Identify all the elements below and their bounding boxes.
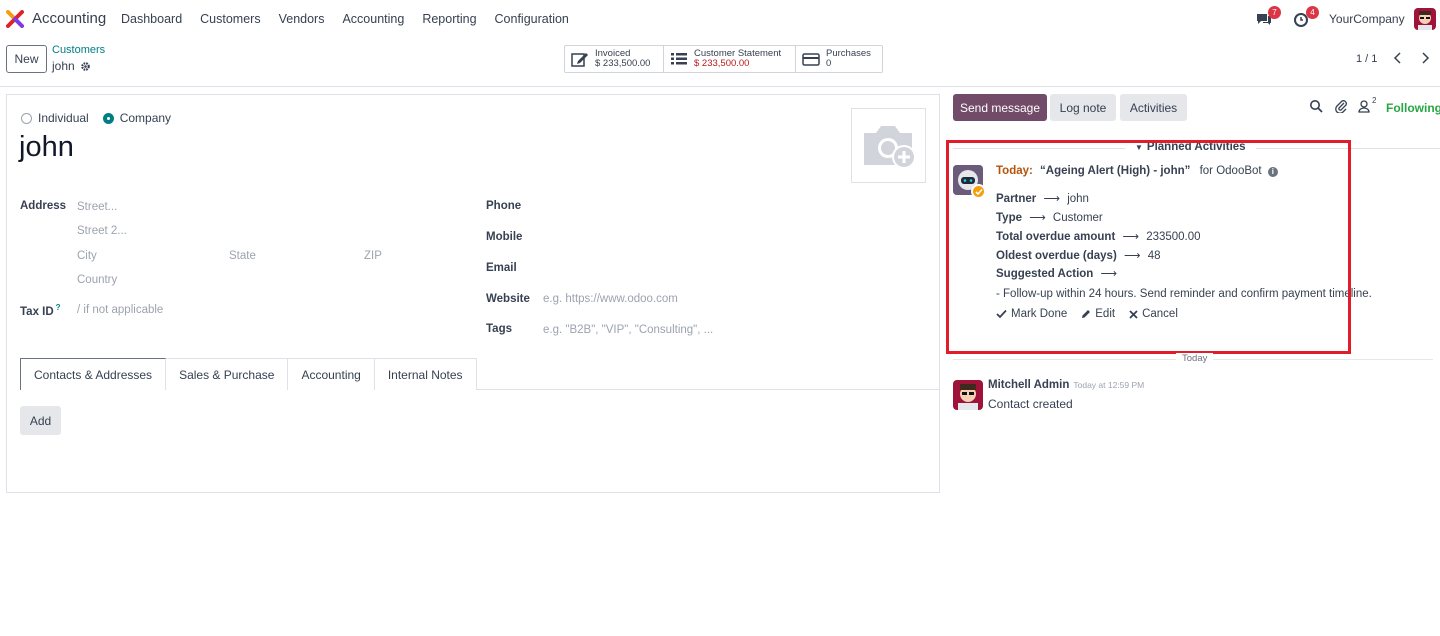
breadcrumb-current: john: [52, 59, 91, 73]
pager-value[interactable]: 1 / 1: [1356, 53, 1377, 65]
partner-name-field[interactable]: john: [19, 131, 74, 164]
company-type-radio: Individual Company: [21, 111, 171, 125]
country-input[interactable]: Country: [77, 274, 117, 286]
message-body: Contact created: [988, 397, 1073, 411]
vat-input[interactable]: / if not applicable: [77, 304, 163, 316]
app-name[interactable]: Accounting: [32, 10, 106, 27]
mobile-label: Mobile: [486, 231, 523, 243]
tab-contacts-addresses[interactable]: Contacts & Addresses: [20, 358, 167, 391]
today-label: Today: [1176, 353, 1214, 364]
radio-individual[interactable]: [21, 112, 32, 124]
photo-upload[interactable]: [851, 108, 926, 183]
message-time: Today at 12:59 PM: [1073, 380, 1145, 390]
city-input[interactable]: City: [77, 250, 97, 262]
radio-company[interactable]: [102, 112, 114, 124]
send-message-button[interactable]: Send message: [953, 94, 1047, 121]
taxid-help-icon[interactable]: ?: [56, 303, 61, 312]
purchases-value: 0: [826, 58, 832, 69]
smart-button-invoiced[interactable]: Invoiced $ 233,500.00: [565, 46, 664, 72]
author-name[interactable]: Mitchell Admin: [988, 379, 1069, 391]
pager-previous-icon[interactable]: [1389, 49, 1407, 67]
menu-accounting[interactable]: Accounting: [333, 12, 413, 26]
menu-vendors[interactable]: Vendors: [270, 12, 334, 26]
followers-count: 2: [1372, 96, 1377, 105]
control-panel: New Customers john Invoiced $ 233,500.00…: [0, 37, 1440, 87]
address-label: Address: [20, 200, 67, 212]
add-contact-button[interactable]: Add: [20, 406, 61, 435]
pencil-square-icon: [571, 53, 588, 67]
phone-label: Phone: [486, 200, 522, 212]
website-input[interactable]: e.g. https://www.odoo.com: [543, 293, 678, 305]
menu-configuration[interactable]: Configuration: [486, 12, 578, 26]
smart-button-purchases[interactable]: Purchases 0: [796, 46, 882, 72]
top-navbar: Accounting Dashboard Customers Vendors A…: [0, 0, 1440, 37]
activities-button[interactable]: Activities: [1120, 94, 1187, 121]
search-icon[interactable]: [1309, 99, 1325, 115]
pager-next-icon[interactable]: [1416, 49, 1434, 67]
log-note-button[interactable]: Log note: [1050, 94, 1116, 121]
main-menu: Dashboard Customers Vendors Accounting R…: [112, 0, 578, 37]
breadcrumb-customers[interactable]: Customers: [52, 44, 105, 56]
tags-label: Tags: [486, 323, 512, 335]
smart-buttons: Invoiced $ 233,500.00 Customer Statement…: [564, 45, 883, 73]
company-switcher[interactable]: YourCompany: [1329, 12, 1405, 26]
tab-internal-notes[interactable]: Internal Notes: [373, 358, 477, 390]
taxid-label: Tax ID: [20, 305, 54, 318]
tab-sales-purchase[interactable]: Sales & Purchase: [165, 358, 289, 390]
camera-plus-icon: [863, 125, 916, 169]
purchases-label: Purchases: [826, 48, 871, 59]
form-sheet: Individual Company john Address Street..…: [6, 94, 940, 493]
street-input[interactable]: Street...: [77, 201, 117, 213]
smart-button-customer-statement[interactable]: Customer Statement $ 233,500.00: [664, 46, 796, 72]
accounting-app-icon[interactable]: [6, 10, 24, 28]
following-button[interactable]: Following: [1386, 101, 1440, 115]
street2-input[interactable]: Street 2...: [77, 225, 127, 237]
menu-customers[interactable]: Customers: [191, 12, 269, 26]
menu-reporting[interactable]: Reporting: [413, 12, 485, 26]
radio-individual-label[interactable]: Individual: [38, 111, 89, 125]
list-icon: [671, 53, 687, 65]
followers-icon[interactable]: 2: [1358, 96, 1382, 115]
user-avatar[interactable]: [1414, 8, 1436, 30]
breadcrumb-current-label: john: [52, 59, 75, 73]
taxid-label-wrap: Tax ID?: [20, 303, 61, 318]
messages-icon[interactable]: 7: [1255, 6, 1281, 28]
message-author: Mitchell Admin Today at 12:59 PM: [988, 379, 1144, 391]
radio-company-label[interactable]: Company: [120, 111, 171, 125]
website-label: Website: [486, 293, 530, 305]
email-label: Email: [486, 262, 517, 274]
activities-badge: 4: [1306, 6, 1319, 19]
tab-accounting[interactable]: Accounting: [287, 358, 375, 390]
messages-badge: 7: [1268, 6, 1281, 19]
activities-clock-icon[interactable]: 4: [1293, 6, 1319, 28]
notebook-tabs: Contacts & Addresses Sales & Purchase Ac…: [20, 358, 940, 391]
new-button[interactable]: New: [6, 45, 47, 73]
gear-icon[interactable]: [80, 61, 91, 72]
tags-input[interactable]: e.g. "B2B", "VIP", "Consulting", ...: [543, 324, 713, 336]
mitchell-admin-avatar[interactable]: [953, 380, 983, 410]
customer-statement-value: $ 233,500.00: [694, 58, 750, 69]
paperclip-icon[interactable]: [1334, 99, 1350, 115]
zip-input[interactable]: ZIP: [364, 250, 382, 262]
highlight-box: [946, 140, 1351, 354]
credit-card-icon: [802, 53, 820, 66]
menu-dashboard[interactable]: Dashboard: [112, 12, 191, 26]
state-input[interactable]: State: [229, 250, 256, 262]
invoiced-value: $ 233,500.00: [595, 58, 651, 69]
